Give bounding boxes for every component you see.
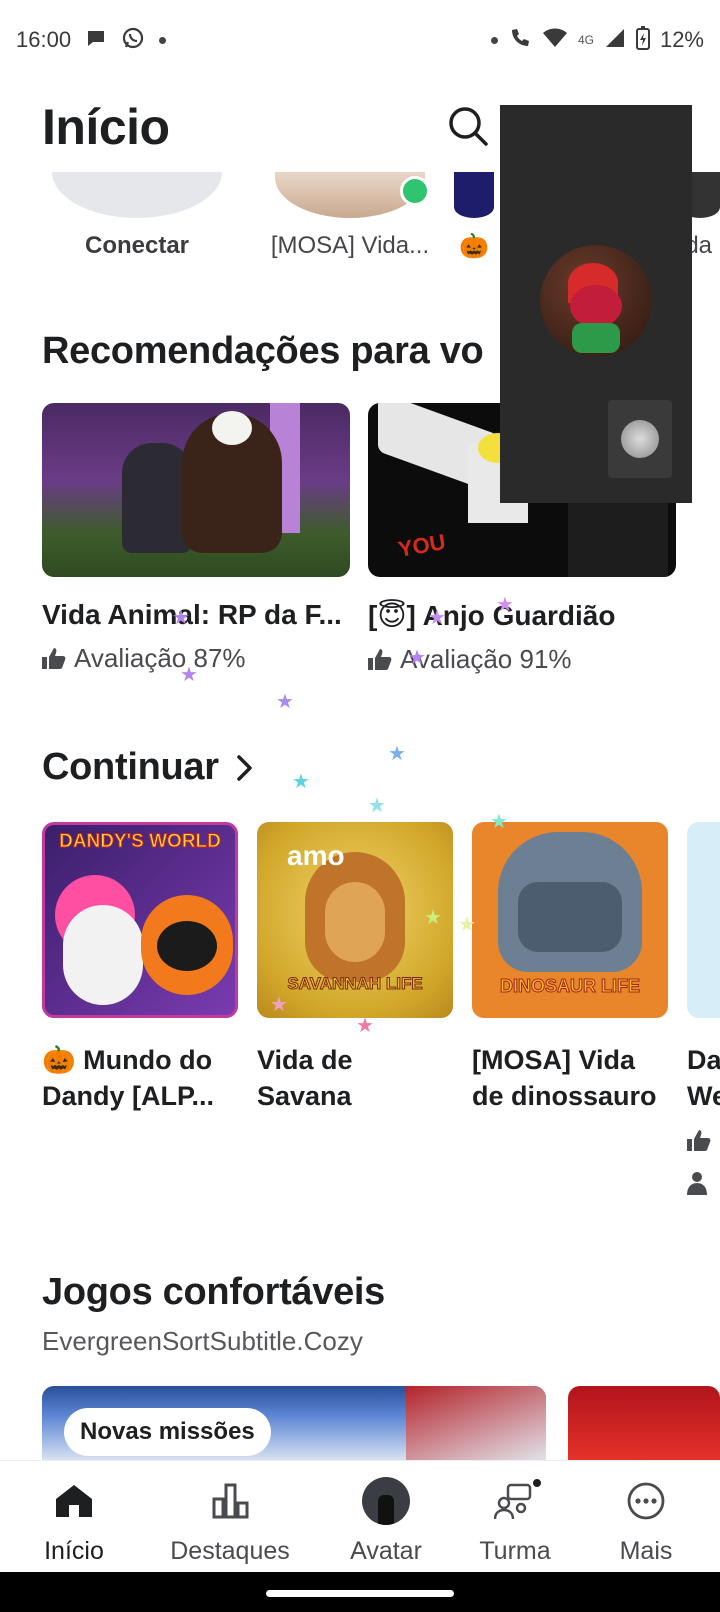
- game-card[interactable]: Novas missões: [42, 1386, 546, 1460]
- bottom-navigation: Início Destaques Avatar Turma Mais: [0, 1460, 720, 1572]
- online-status-dot: [400, 176, 430, 206]
- friend-name: [MOSA] Vida...: [270, 232, 430, 259]
- status-dot-icon: [490, 36, 498, 44]
- sparkle-icon: ★: [180, 664, 198, 686]
- status-time: 16:00: [16, 27, 72, 52]
- sparkle-icon: ★: [368, 795, 386, 817]
- game-card[interactable]: Vida Animal: RP da F... Avaliação 87%: [42, 403, 350, 674]
- sparkle-icon: ★: [428, 607, 446, 629]
- game-title: [😇] Anjo Guardião: [368, 600, 616, 631]
- wifi-call-icon: [508, 27, 532, 53]
- section-subtitle-cozy: EvergreenSortSubtitle.Cozy: [42, 1326, 363, 1356]
- thumb-caption: SAVANNAH LIFE: [287, 974, 423, 994]
- sparkle-icon: ★: [496, 594, 514, 616]
- game-title: 🎃 Mundo do Dandy [ALP...: [42, 1045, 215, 1111]
- sparkle-icon: ★: [424, 907, 442, 929]
- system-navigation-bar: [0, 1572, 720, 1612]
- friend-item[interactable]: [MOSA] Vida...: [250, 172, 450, 260]
- battery-icon: [635, 26, 650, 54]
- friend-connect[interactable]: Conectar: [37, 172, 237, 260]
- friend-name: 🎃: [459, 233, 489, 260]
- game-card[interactable]: [568, 1386, 720, 1460]
- game-card[interactable]: amo SAVANNAH LIFE Vida de Savana: [257, 822, 453, 1114]
- game-thumbnail: [42, 403, 350, 577]
- sparkle-icon: ★: [292, 771, 310, 793]
- nav-avatar[interactable]: Avatar: [314, 1461, 458, 1566]
- page-title: Início: [42, 99, 170, 155]
- friend-avatar: [454, 172, 494, 218]
- friend-item[interactable]: 🎃: [454, 172, 494, 261]
- whatsapp-icon: [121, 26, 145, 54]
- game-card[interactable]: DANDY'S WORLD 🎃 Mundo do Dandy [ALP...: [42, 822, 238, 1114]
- battery-percent: 12%: [659, 27, 704, 52]
- avatar: [362, 1477, 410, 1525]
- section-title-continue: Continuar: [42, 746, 219, 788]
- thumb-overlay-text: amo: [287, 840, 345, 871]
- search-button[interactable]: [446, 104, 490, 148]
- sparkle-icon: ★: [172, 607, 190, 629]
- thumbs-up-icon: [368, 648, 392, 670]
- thumb-caption: DANDY'S WORLD: [59, 831, 222, 853]
- continue-header[interactable]: Continuar: [42, 746, 255, 789]
- group-chat-icon: [494, 1483, 532, 1520]
- nav-charts[interactable]: Destaques: [158, 1461, 302, 1566]
- game-card[interactable]: Da We: [687, 822, 720, 1202]
- network-type: 4G: [577, 33, 594, 47]
- thumb-caption: YOU: [396, 529, 448, 562]
- game-title: Vida Animal: RP da F...: [42, 599, 342, 630]
- wifi-icon: [542, 27, 568, 53]
- connect-avatar: [52, 172, 222, 218]
- sparkle-icon: ★: [408, 647, 426, 669]
- sparkle-icon: ★: [270, 994, 288, 1016]
- self-avatar: [621, 420, 659, 458]
- search-icon: [449, 107, 488, 146]
- chevron-right-icon: [236, 754, 252, 781]
- nav-more[interactable]: Mais: [574, 1461, 718, 1566]
- home-gesture-handle[interactable]: [266, 1590, 454, 1597]
- sparkle-icon: ★: [356, 1015, 374, 1037]
- chat-bubble-icon: [85, 27, 107, 53]
- signal-icon: [604, 27, 626, 53]
- game-thumbnail: DANDY'S WORLD: [42, 822, 238, 1018]
- self-video-preview[interactable]: [608, 400, 672, 478]
- sparkle-icon: ★: [458, 914, 476, 936]
- notification-dot-icon: [159, 36, 167, 44]
- game-card[interactable]: DINOSAUR LIFE [MOSA] Vida de dinossauro: [472, 822, 668, 1114]
- thumbs-up-icon: [687, 1130, 720, 1157]
- sparkle-icon: ★: [276, 691, 294, 713]
- home-icon: [56, 1485, 92, 1517]
- game-title: [MOSA] Vida de dinossauro: [472, 1045, 657, 1111]
- new-missions-badge: Novas missões: [64, 1408, 271, 1456]
- game-thumbnail: DINOSAUR LIFE: [472, 822, 668, 1018]
- sparkle-icon: ★: [490, 811, 508, 833]
- status-left: 16:00: [16, 26, 167, 54]
- bar-chart-icon: [212, 1483, 249, 1519]
- thumb-caption: DINOSAUR LIFE: [499, 976, 640, 997]
- players-icon: [687, 1171, 720, 1202]
- status-right: 4G 12%: [490, 26, 704, 54]
- game-title: Vida de Savana: [257, 1045, 353, 1111]
- game-title: Da We: [687, 1045, 720, 1111]
- friend-name: Conectar: [84, 232, 190, 259]
- notification-dot: [531, 1477, 543, 1489]
- section-title-cozy: Jogos confortáveis: [42, 1271, 386, 1313]
- status-bar: 16:00 4G 12%: [0, 0, 720, 80]
- thumbs-up-icon: [42, 647, 66, 669]
- nav-party[interactable]: Turma: [443, 1461, 587, 1566]
- section-title-recommendations: Recomendações para vo: [42, 330, 484, 372]
- caller-avatar: [540, 245, 652, 357]
- more-icon: [627, 1482, 665, 1520]
- call-overlay-window[interactable]: [500, 105, 692, 503]
- game-thumbnail: [687, 822, 720, 1018]
- sparkle-icon: ★: [388, 743, 406, 765]
- nav-home[interactable]: Início: [2, 1461, 146, 1566]
